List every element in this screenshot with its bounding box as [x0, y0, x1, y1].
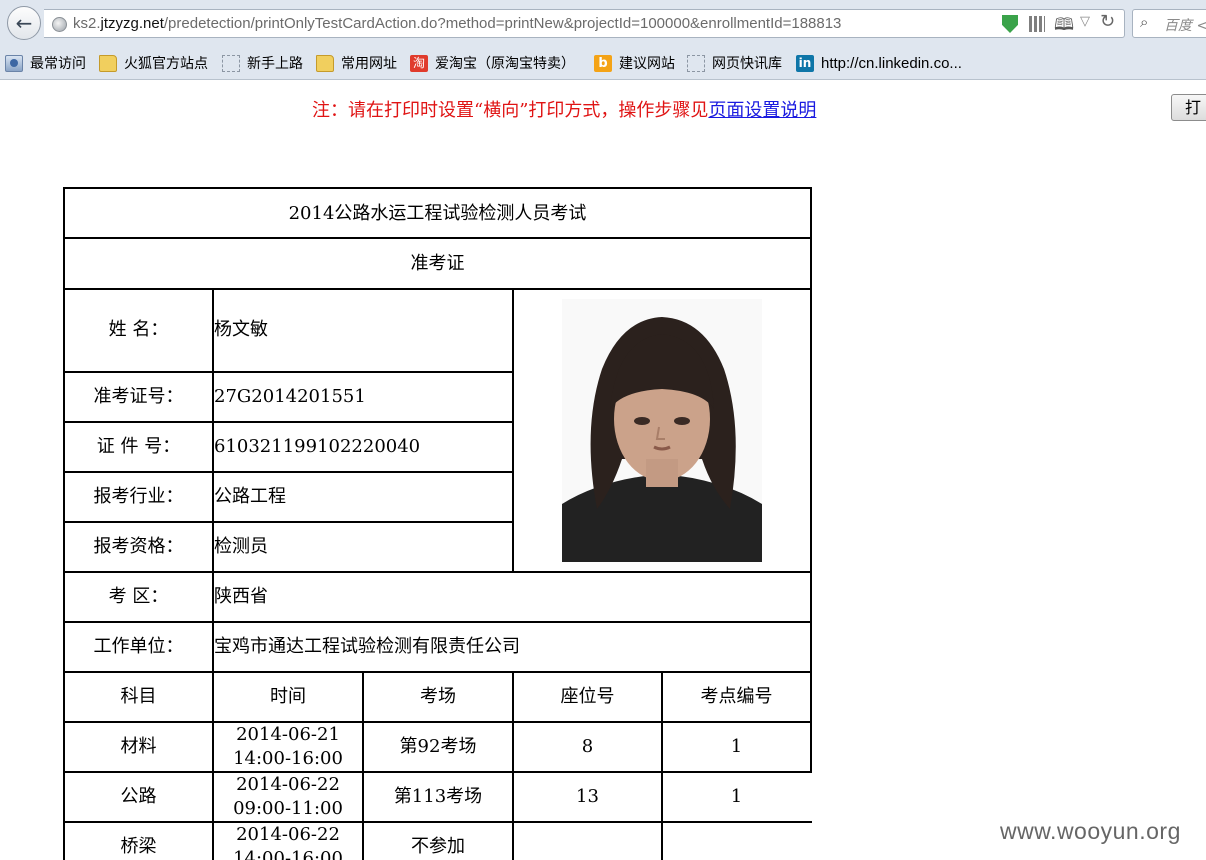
- ticket-number-label: 准考证号：: [93, 386, 184, 407]
- schedule-subject: 桥梁: [120, 836, 157, 857]
- table-line: [63, 237, 812, 239]
- schedule-date: 2014-06-21: [236, 724, 340, 745]
- schedule-time: 14:00-16:00: [233, 748, 343, 769]
- table-line: [63, 471, 513, 473]
- table-line: [63, 571, 812, 573]
- site-number-header: 考点编号: [700, 686, 773, 707]
- watermark: www.wooyun.org: [1000, 818, 1181, 844]
- table-line: [810, 187, 812, 773]
- time-header: 时间: [270, 686, 306, 707]
- qualification-label: 报考资格：: [93, 536, 184, 557]
- schedule-time: 09:00-11:00: [233, 798, 343, 819]
- exam-region-value: 陕西省: [214, 586, 268, 607]
- industry-value: 公路工程: [214, 486, 286, 507]
- schedule-date: 2014-06-22: [236, 824, 340, 845]
- portrait-figure: [562, 299, 762, 562]
- table-line: [63, 187, 812, 189]
- schedule-seat: 13: [576, 786, 599, 807]
- table-line: [63, 288, 812, 290]
- exam-title: 2014公路水运工程试验检测人员考试: [288, 203, 587, 224]
- name-value: 杨文敏: [214, 319, 268, 340]
- schedule-site: 1: [730, 786, 743, 807]
- employer-value: 宝鸡市通达工程试验检测有限责任公司: [214, 636, 520, 657]
- seat-header: 座位号: [560, 686, 615, 707]
- table-line: [63, 187, 65, 860]
- schedule-room: 不参加: [411, 836, 465, 857]
- table-line: [63, 421, 513, 423]
- table-line: [63, 371, 513, 373]
- schedule-room: 第113考场: [393, 786, 483, 807]
- table-line: [63, 671, 812, 673]
- candidate-photo: [562, 299, 762, 562]
- schedule-room: 第92考场: [399, 736, 477, 757]
- ticket-number-value: 27G2014201551: [214, 386, 366, 407]
- exam-region-label: 考 区：: [108, 586, 169, 607]
- schedule-seat: 8: [581, 736, 594, 757]
- id-number-label: 证 件 号：: [96, 436, 181, 457]
- table-line: [512, 288, 514, 573]
- name-label: 姓 名：: [108, 319, 169, 340]
- table-line: [63, 621, 812, 623]
- table-line: [63, 821, 812, 823]
- schedule-site: 1: [730, 736, 743, 757]
- room-header: 考场: [420, 686, 456, 707]
- table-line: [63, 521, 513, 523]
- table-line: [63, 771, 812, 773]
- qualification-value: 检测员: [214, 536, 268, 557]
- schedule-date: 2014-06-22: [236, 774, 340, 795]
- schedule-time: 14:00-16:00: [233, 848, 343, 860]
- table-line: [63, 721, 812, 723]
- id-number-value: 610321199102220040: [214, 436, 421, 457]
- card-subtitle: 准考证: [410, 253, 465, 274]
- employer-label: 工作单位：: [93, 636, 184, 657]
- subject-header: 科目: [120, 686, 157, 707]
- schedule-subject: 材料: [120, 736, 157, 757]
- admission-card: 2014公路水运工程试验检测人员考试 准考证 姓 名： 准考证号： 证 件 号：…: [0, 0, 1206, 860]
- schedule-subject: 公路: [120, 786, 157, 807]
- industry-label: 报考行业：: [93, 486, 184, 507]
